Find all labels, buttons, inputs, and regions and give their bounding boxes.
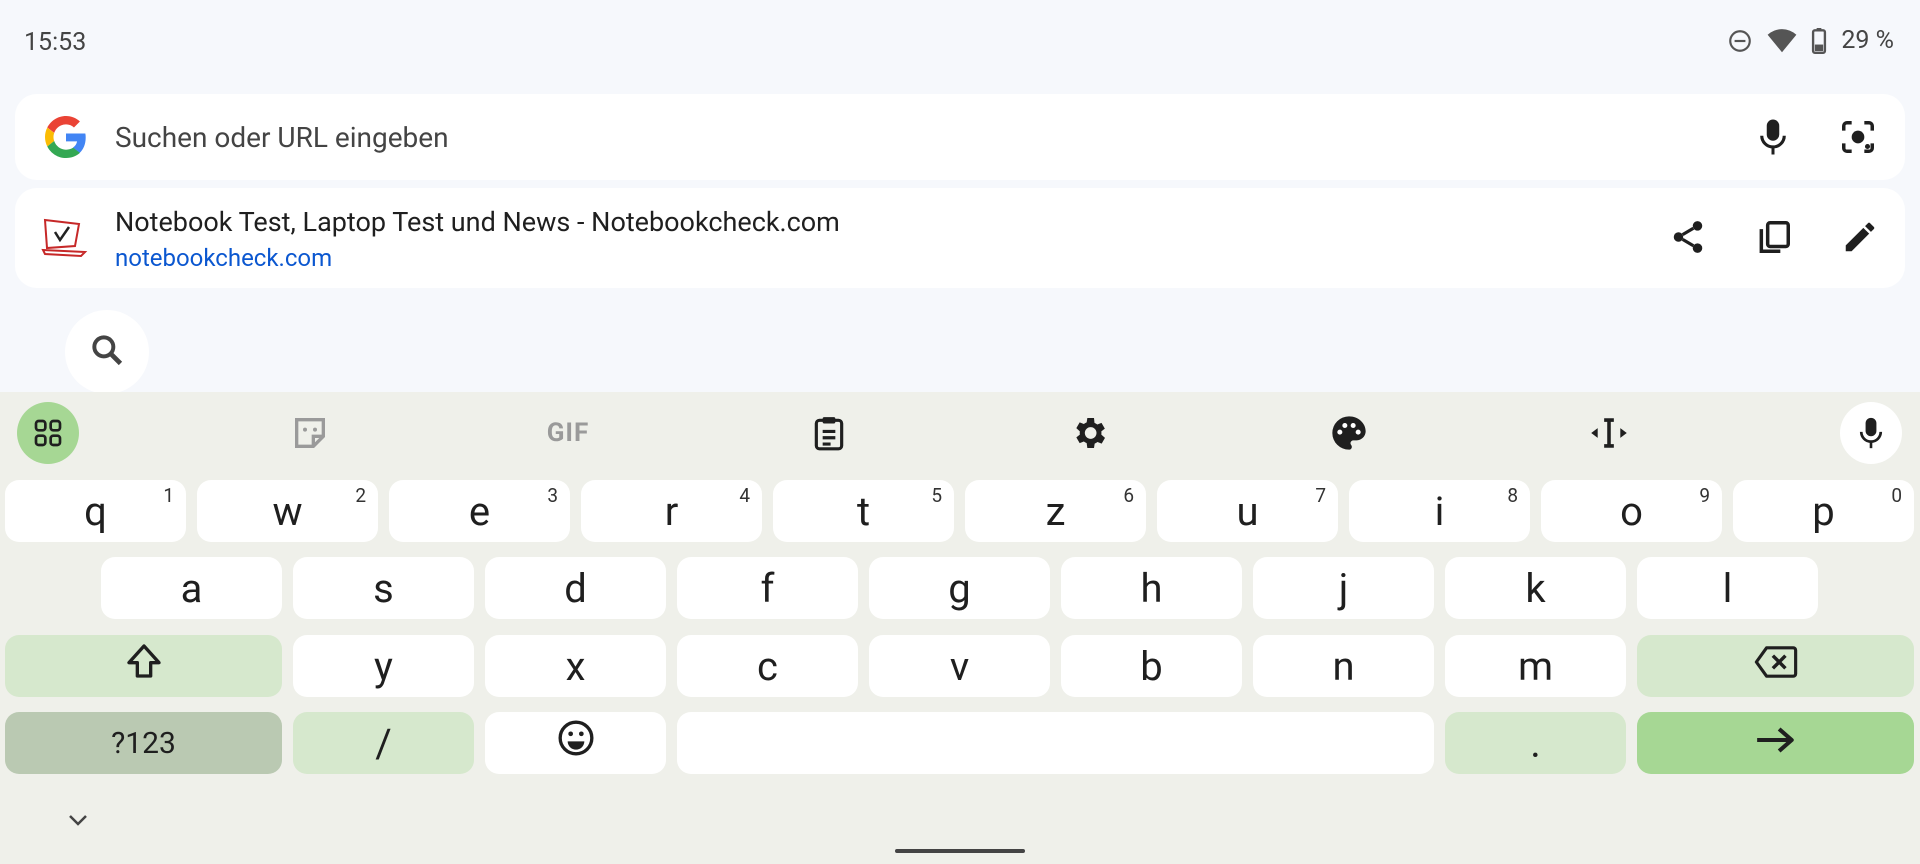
clock: 15:53 (24, 28, 87, 57)
space-key[interactable] (677, 712, 1434, 774)
key-v[interactable]: v (869, 635, 1050, 697)
mic-icon[interactable] (1750, 114, 1796, 160)
search-input[interactable]: Suchen oder URL eingeben (115, 121, 449, 154)
backspace-icon (1754, 643, 1798, 690)
key-o[interactable]: o9 (1541, 480, 1722, 542)
key-e[interactable]: e3 (389, 480, 570, 542)
key-slash[interactable]: / (293, 712, 474, 774)
text-cursor-icon[interactable] (1578, 402, 1640, 464)
share-icon[interactable] (1665, 214, 1711, 260)
navigation-handle[interactable] (895, 849, 1025, 853)
enter-key[interactable] (1637, 712, 1914, 774)
status-bar: 15:53 29 % (0, 0, 1920, 86)
key-f[interactable]: f (677, 557, 858, 619)
do-not-disturb-icon (1727, 28, 1753, 54)
suggestion-item[interactable]: Notebook Test, Laptop Test und News - No… (15, 188, 1905, 288)
clipboard-icon[interactable] (798, 402, 860, 464)
apps-grid-icon[interactable] (17, 402, 79, 464)
battery-percentage: 29 % (1841, 26, 1894, 55)
shift-icon (124, 641, 164, 691)
key-p[interactable]: p0 (1733, 480, 1914, 542)
sticker-icon[interactable] (279, 402, 341, 464)
key-r[interactable]: r4 (581, 480, 762, 542)
shift-key[interactable] (5, 635, 282, 697)
omnibox[interactable]: Suchen oder URL eingeben (15, 94, 1905, 180)
key-a[interactable]: a (101, 557, 282, 619)
keyboard-toolbar: GIF (0, 392, 1920, 470)
google-logo-icon (45, 116, 87, 158)
key-g[interactable]: g (869, 557, 1050, 619)
key-j[interactable]: j (1253, 557, 1434, 619)
key-c[interactable]: c (677, 635, 858, 697)
settings-icon[interactable] (1058, 402, 1120, 464)
arrow-right-icon (1754, 720, 1798, 767)
key-period[interactable]: . (1445, 712, 1626, 774)
palette-icon[interactable] (1318, 402, 1380, 464)
suggestion-url: notebookcheck.com (115, 244, 333, 272)
key-k[interactable]: k (1445, 557, 1626, 619)
key-z[interactable]: z6 (965, 480, 1146, 542)
key-q[interactable]: q1 (5, 480, 186, 542)
emoji-icon (556, 718, 596, 768)
key-d[interactable]: d (485, 557, 666, 619)
status-icons: 29 % (1727, 26, 1894, 55)
battery-icon (1811, 27, 1827, 54)
key-s[interactable]: s (293, 557, 474, 619)
key-m[interactable]: m (1445, 635, 1626, 697)
wifi-icon (1767, 28, 1797, 54)
gif-icon[interactable]: GIF (537, 402, 599, 464)
suggestion-title: Notebook Test, Laptop Test und News - No… (115, 206, 840, 238)
key-y[interactable]: y (293, 635, 474, 697)
key-w[interactable]: w2 (197, 480, 378, 542)
search-icon (88, 331, 126, 373)
keyboard-mic-icon[interactable] (1840, 402, 1902, 464)
key-l[interactable]: l (1637, 557, 1818, 619)
emoji-key[interactable] (485, 712, 666, 774)
keyboard: GIF q1 w2 e3 r4 t5 z6 u7 i8 o9 p0 a s d … (0, 392, 1920, 864)
notebookcheck-favicon-icon (41, 216, 89, 258)
search-button[interactable] (65, 310, 149, 394)
symbols-key[interactable]: ?123 (5, 712, 282, 774)
key-n[interactable]: n (1253, 635, 1434, 697)
key-u[interactable]: u7 (1157, 480, 1338, 542)
edit-icon[interactable] (1837, 214, 1883, 260)
key-h[interactable]: h (1061, 557, 1242, 619)
copy-icon[interactable] (1751, 214, 1797, 260)
chevron-down-icon[interactable] (60, 802, 96, 838)
lens-icon[interactable] (1835, 114, 1881, 160)
key-b[interactable]: b (1061, 635, 1242, 697)
key-i[interactable]: i8 (1349, 480, 1530, 542)
key-x[interactable]: x (485, 635, 666, 697)
backspace-key[interactable] (1637, 635, 1914, 697)
key-t[interactable]: t5 (773, 480, 954, 542)
